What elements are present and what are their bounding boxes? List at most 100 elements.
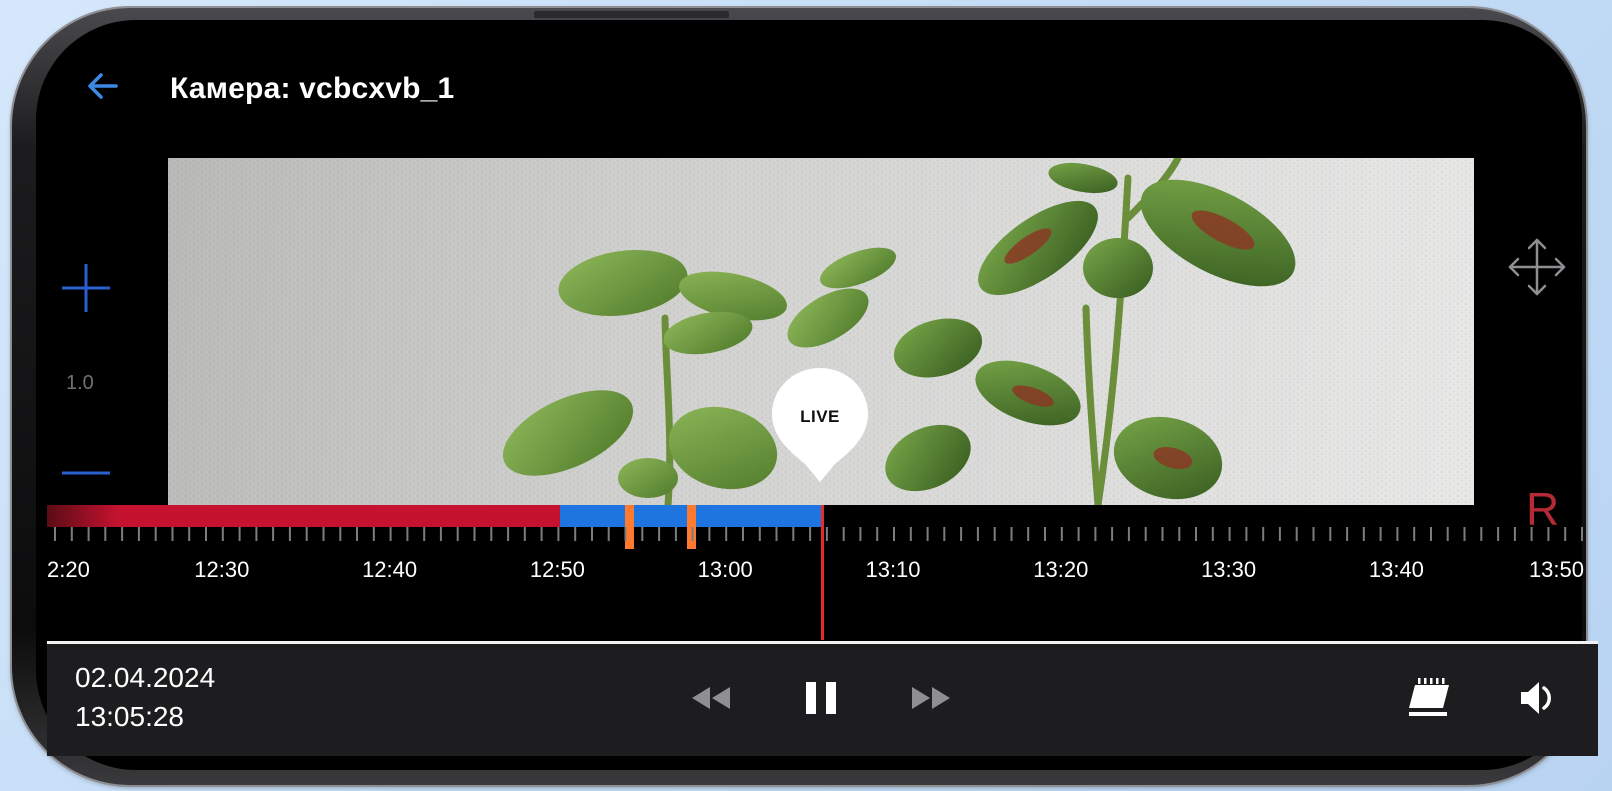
timeline-tick [1027,527,1030,541]
timeline-tick [574,527,577,541]
zoom-out-button[interactable] [58,470,114,486]
zoom-level-value: 1.0 [66,372,94,394]
timeline-tick [305,527,308,541]
timeline-tick [993,527,996,541]
timeline-tick [372,527,375,541]
timeline-tick [171,527,174,541]
timeline-tick-label: 13:50 [1529,557,1584,582]
timeline-tick [1161,527,1164,541]
timeline-tick-label: 12:50 [530,557,585,582]
timeline-tick [137,527,140,541]
calendar-icon [1409,678,1449,716]
back-button[interactable] [82,66,122,106]
timeline-tick [1564,527,1567,541]
timeline-tick [423,527,426,541]
timeline-tick [641,527,644,541]
pause-button[interactable] [803,678,839,718]
timeline-tick [1144,527,1147,541]
timeline-tick [1497,527,1500,541]
timeline-tick [1463,527,1466,541]
playback-date: 02.04.2024 [75,662,216,693]
timeline-tick [540,527,543,541]
timeline-tick [439,527,442,541]
timeline-tick [339,527,342,541]
timeline-tick [104,527,107,541]
timeline-tick [607,527,610,541]
timeline-tick [708,527,711,541]
timeline-tick [1262,527,1265,541]
fast-forward-button[interactable] [908,683,954,713]
timeline-tick [1329,527,1332,541]
timeline-tick [456,527,459,541]
timeline-tick [1530,527,1533,541]
timeline-tick [674,527,677,541]
timeline-tick [1581,527,1583,541]
timeline-scrubber[interactable]: 2:20 12:30 12:40 12:50 13:00 13:10 13:20 13:30 1… [47,505,1584,620]
timeline-tick [473,527,476,541]
timeline-tick [1295,527,1298,541]
rewind-button[interactable] [688,683,734,713]
timeline-tick [1245,527,1248,541]
pause-icon [806,682,836,714]
timeline-tick [1111,527,1114,541]
timeline-tick [976,527,979,541]
timeline-tick [809,527,812,541]
minus-icon [62,471,110,475]
timeline-tick-label: 13:20 [1033,557,1088,582]
timeline-tick [288,527,291,541]
timeline-tick [742,527,744,541]
timeline-tick-label: 12:40 [362,557,417,582]
timeline-tick [121,527,124,541]
timeline-tick [1547,527,1550,541]
timeline-tick [1044,527,1046,541]
live-label: LIVE [800,407,840,426]
timeline-tick [1480,527,1483,541]
timeline-tick [1446,527,1449,541]
timeline-tick [188,527,191,541]
timeline-tick [842,527,845,541]
timeline-tick [658,527,661,541]
timeline-tick [1396,527,1399,541]
timeline-tick-label: 12:30 [194,557,249,582]
timeline-tick [557,527,560,541]
timeline-tick [523,527,526,541]
timeline-tick [154,527,157,541]
timeline-tick [909,527,912,541]
timeline-tick [1211,527,1214,541]
timeline-tick [1010,527,1013,541]
timeline-tick [876,527,879,541]
arrow-left-icon [88,73,118,99]
timeline-tick [960,527,963,541]
timeline-tick [926,527,929,541]
timeline-tick [1346,527,1349,541]
timeline-tick [238,527,241,541]
pan-button[interactable] [1502,232,1572,302]
timeline-tick [1379,527,1382,541]
page-title: Камера: vcbcxvb_1 [170,72,455,105]
timeline-tick [775,527,778,541]
timeline-tick [406,527,409,541]
timeline-tick [507,527,510,541]
timeline-tick [87,527,90,541]
phone-top-edge [534,11,729,18]
move-arrows-icon [1508,238,1566,296]
timeline-tick [591,527,593,541]
calendar-button[interactable] [1406,676,1454,720]
volume-button[interactable] [1517,677,1559,719]
timeline-tick [1413,527,1416,541]
timeline-tick [356,527,358,541]
timeline-tick [272,527,275,541]
timeline-tick [1278,527,1281,541]
timeline-tick [322,527,325,541]
timeline-tick [1094,527,1097,541]
zoom-in-button[interactable] [58,260,114,316]
timeline-tick [54,527,56,541]
timeline-ticks [54,527,1583,541]
timeline-tick [758,527,761,541]
timeline-tick [490,527,493,541]
rewind-icon [692,687,730,709]
timeline-tick [1178,527,1181,541]
event-marker [687,505,696,549]
timeline-tick-label: 2:20 [47,557,90,582]
timeline-playhead[interactable] [821,505,824,640]
